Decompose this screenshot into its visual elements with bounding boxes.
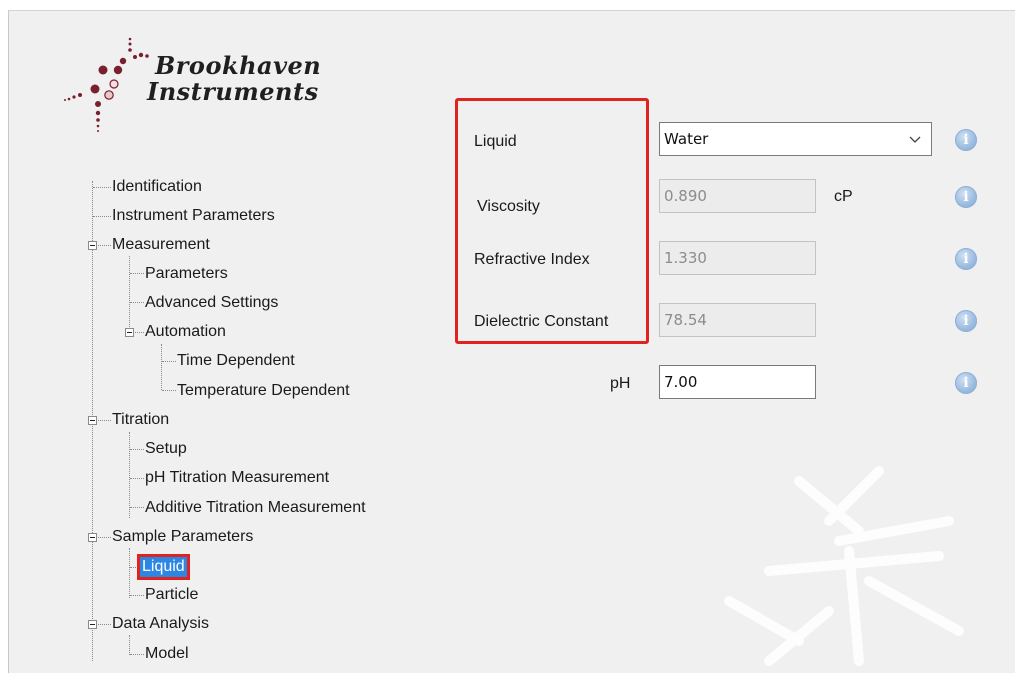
brookhaven-logo: Brookhaven Instruments bbox=[57, 25, 357, 135]
ph-info-icon[interactable]: i bbox=[955, 372, 977, 394]
automation-collapse-toggle[interactable] bbox=[125, 328, 134, 337]
highlight-annotation-box bbox=[455, 98, 649, 344]
tree-item-time-dependent[interactable]: Time Dependent bbox=[175, 351, 297, 371]
ph-input[interactable]: 7.00 bbox=[659, 365, 816, 399]
tree-item-automation[interactable]: Automation bbox=[143, 322, 228, 342]
chevron-down-icon bbox=[909, 136, 921, 143]
measurement-collapse-toggle[interactable] bbox=[88, 241, 97, 250]
tree-item-temperature-dependent[interactable]: Temperature Dependent bbox=[175, 381, 352, 401]
dielectric-constant-info-icon[interactable]: i bbox=[955, 310, 977, 332]
viscosity-info-icon[interactable]: i bbox=[955, 186, 977, 208]
tree-item-liquid[interactable]: Liquid bbox=[137, 554, 190, 580]
liquid-info-icon[interactable]: i bbox=[955, 129, 977, 151]
ph-label: pH bbox=[610, 375, 631, 392]
tree-item-measurement[interactable]: Measurement bbox=[110, 235, 212, 255]
tree-item-additive-titration-measurement[interactable]: Additive Titration Measurement bbox=[143, 498, 368, 518]
dielectric-constant-field[interactable]: 78.54 bbox=[659, 303, 816, 337]
data-analysis-collapse-toggle[interactable] bbox=[88, 620, 97, 629]
viscosity-field[interactable]: 0.890 bbox=[659, 179, 816, 213]
tree-item-measurement-parameters[interactable]: Parameters bbox=[143, 264, 230, 284]
refractive-index-field[interactable]: 1.330 bbox=[659, 241, 816, 275]
tree-item-setup[interactable]: Setup bbox=[143, 439, 189, 459]
tree-item-data-analysis[interactable]: Data Analysis bbox=[110, 614, 211, 634]
watermark-graphic bbox=[724, 466, 964, 666]
tree-item-instrument-parameters[interactable]: Instrument Parameters bbox=[110, 206, 277, 226]
liquid-select-value: Water bbox=[664, 130, 709, 148]
tree-item-advanced-settings[interactable]: Advanced Settings bbox=[143, 293, 280, 313]
tree-item-identification[interactable]: Identification bbox=[110, 177, 204, 197]
liquid-select[interactable]: Water bbox=[659, 122, 932, 156]
tree-item-particle[interactable]: Particle bbox=[143, 585, 200, 605]
tree-item-titration[interactable]: Titration bbox=[110, 410, 171, 430]
viscosity-unit: cP bbox=[834, 188, 853, 205]
logo-brookhaven-text: Brookhaven bbox=[155, 51, 322, 80]
tree-item-ph-titration-measurement[interactable]: pH Titration Measurement bbox=[143, 468, 331, 488]
tree-item-model[interactable]: Model bbox=[143, 644, 191, 664]
tree-item-sample-parameters[interactable]: Sample Parameters bbox=[110, 527, 255, 547]
logo-instruments-text: Instruments bbox=[147, 77, 319, 106]
refractive-index-info-icon[interactable]: i bbox=[955, 248, 977, 270]
titration-collapse-toggle[interactable] bbox=[88, 416, 97, 425]
sample-parameters-collapse-toggle[interactable] bbox=[88, 533, 97, 542]
settings-panel: Brookhaven Instruments Identification In… bbox=[8, 10, 1015, 673]
